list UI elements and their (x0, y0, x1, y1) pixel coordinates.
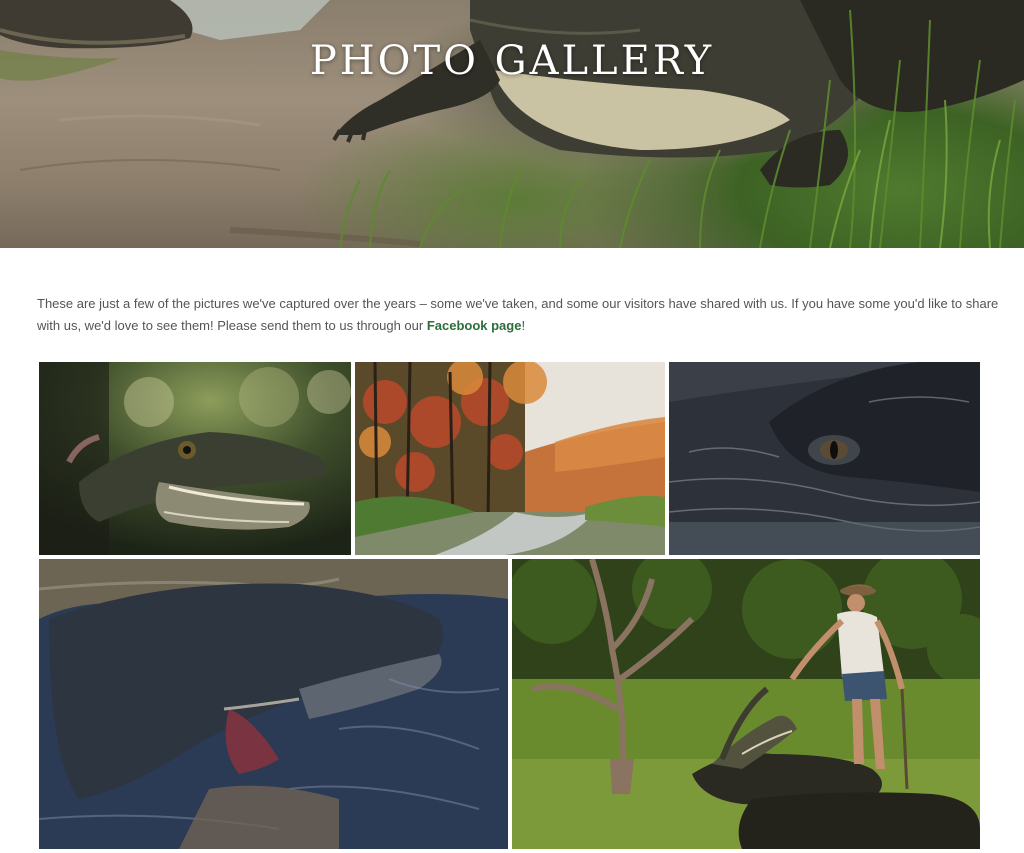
hero-banner: PHOTO GALLERY (0, 0, 1024, 248)
young-alligator-photo (39, 362, 351, 555)
alligator-in-water-photo (39, 559, 508, 849)
gallery-photo[interactable] (39, 559, 508, 849)
gallery-photo[interactable] (669, 362, 980, 555)
gallery-photo[interactable] (512, 559, 980, 849)
man-feeding-alligators-photo (512, 559, 980, 849)
gallery-photo[interactable] (39, 362, 351, 555)
gallery-photo[interactable] (355, 362, 665, 555)
facebook-page-link[interactable]: Facebook page (427, 318, 522, 333)
alligator-eye-photo (669, 362, 980, 555)
swamp-creek-photo (355, 362, 665, 555)
page-title: PHOTO GALLERY (309, 38, 715, 84)
intro-paragraph: These are just a few of the pictures we'… (37, 293, 1012, 337)
intro-text-end: ! (521, 318, 526, 333)
